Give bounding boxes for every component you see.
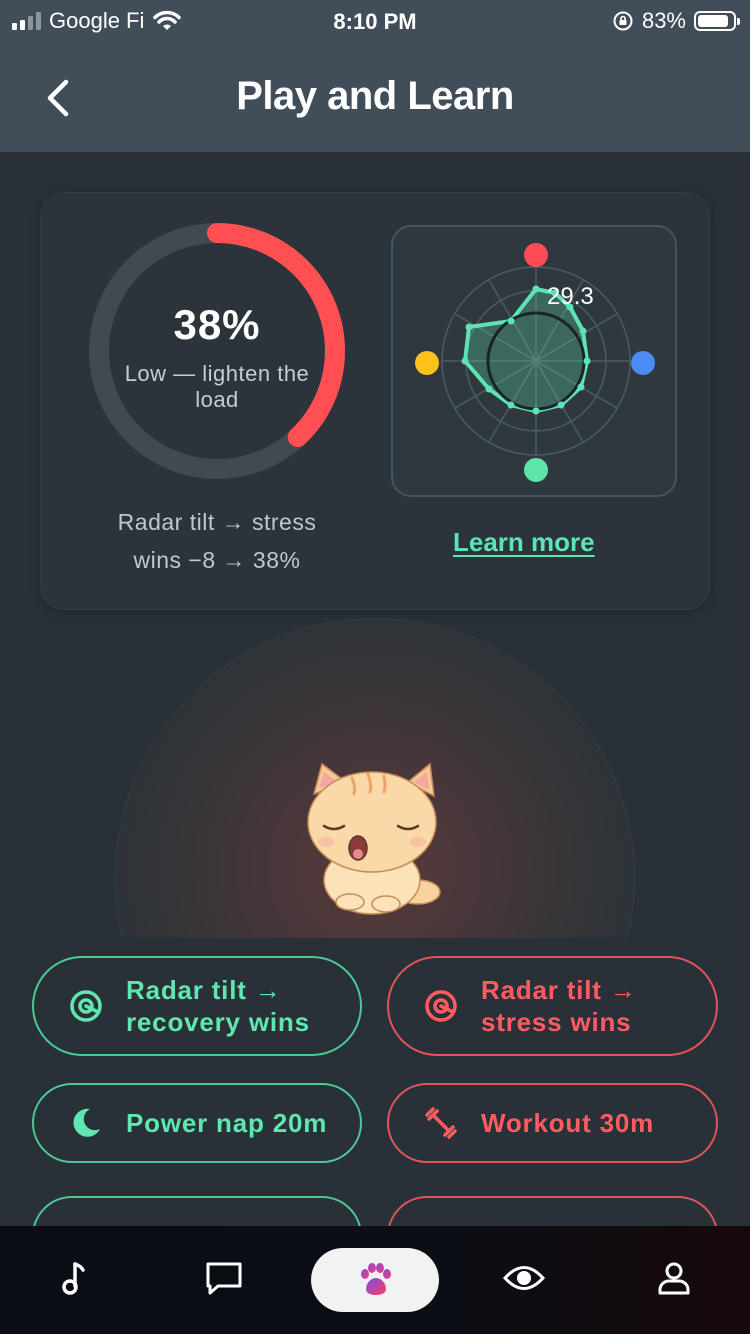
tab-music[interactable] [44, 1248, 104, 1308]
button-label: stress wins [481, 1007, 632, 1037]
battery-percent: 83% [641, 8, 686, 33]
radar-chart: 29.3 [391, 225, 677, 497]
radar-svg: 29.3 [415, 243, 655, 482]
radar-icon [70, 990, 102, 1022]
rotation-lock-icon [613, 11, 633, 31]
button-label: Radar tilt → [126, 975, 282, 1005]
tab-eye[interactable] [494, 1248, 554, 1308]
stress-summary-card: 38% Low — lighten the load Radar tilt → … [40, 192, 710, 610]
axis-dot-left [415, 351, 439, 375]
status-bar: Google Fi 8:10 PM 83% [0, 0, 750, 44]
sleepy-cat-mascot [307, 762, 441, 915]
music-icon [62, 1262, 85, 1295]
profile-icon [658, 1262, 690, 1295]
axis-dot-top [524, 243, 548, 267]
caption-line: Radar tilt → stress [117, 509, 317, 535]
radar-icon [425, 990, 457, 1022]
button-label: Power nap 20m [126, 1108, 328, 1138]
page-title: Play and Learn [236, 74, 514, 118]
axis-dot-bottom [524, 458, 548, 482]
moon-icon [73, 1108, 100, 1137]
tab-profile[interactable] [644, 1248, 704, 1308]
radar-value-label: 29.3 [547, 283, 594, 310]
button-label: Radar tilt → [481, 975, 637, 1005]
eye-icon [503, 1266, 545, 1290]
stress-caption: Radar tilt → stress wins −8 → 38% [71, 503, 363, 579]
chat-icon [206, 1262, 242, 1295]
stress-level-text: Low — lighten the load [124, 361, 310, 412]
stress-percent: 38% [173, 301, 261, 348]
paw-icon [361, 1263, 391, 1295]
tab-pet[interactable] [311, 1248, 439, 1312]
battery-icon [694, 11, 740, 31]
button-label: Workout 30m [481, 1108, 655, 1138]
radar-tilt-recovery-button[interactable]: Radar tilt → recovery wins [32, 956, 362, 1056]
learn-more-link[interactable]: Learn more [453, 527, 595, 558]
workout-button[interactable]: Workout 30m [387, 1083, 718, 1163]
bottom-tab-bar [0, 1226, 750, 1334]
power-nap-button[interactable]: Power nap 20m [32, 1083, 362, 1163]
dumbbell-icon [425, 1107, 457, 1139]
tab-chat[interactable] [194, 1248, 254, 1308]
axis-dot-right [631, 351, 655, 375]
radar-tilt-stress-button[interactable]: Radar tilt → stress wins [387, 956, 718, 1056]
caption-line: wins −8 → 38% [133, 547, 301, 573]
nav-header: Play and Learn [0, 44, 750, 152]
stress-ring [89, 223, 345, 479]
button-label: recovery wins [126, 1007, 310, 1037]
